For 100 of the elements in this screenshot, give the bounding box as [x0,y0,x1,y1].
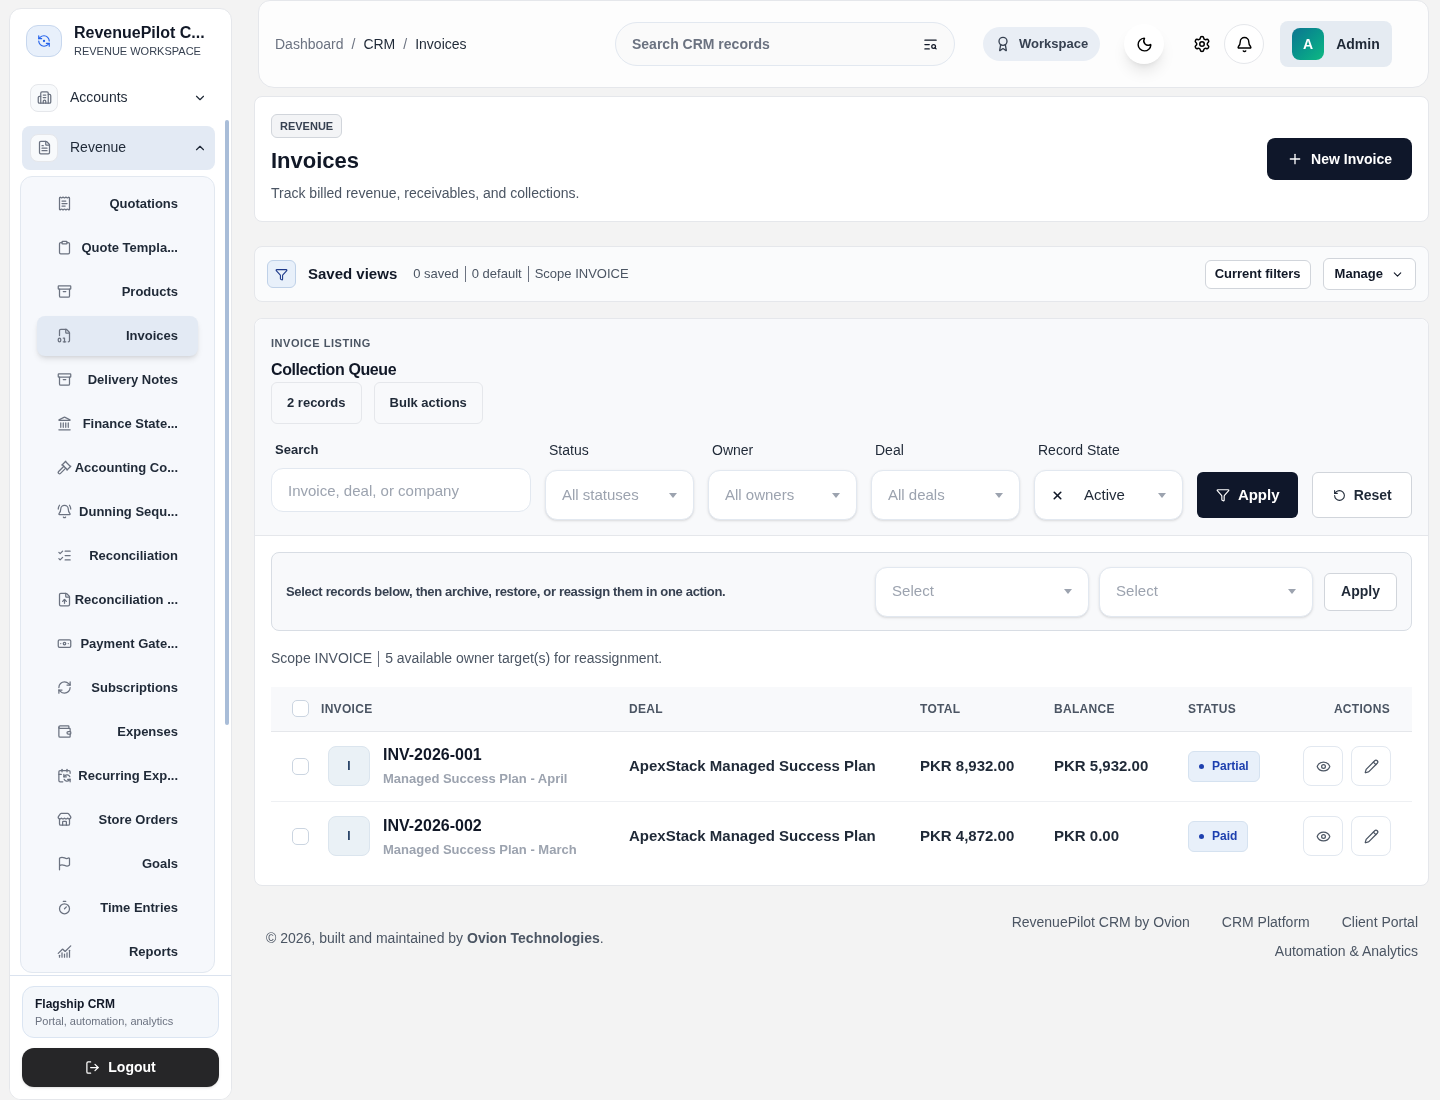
menu-icon [57,548,72,563]
apply-filters-button[interactable]: Apply [1197,472,1299,518]
brand-subtitle: REVENUE WORKSPACE [74,44,202,59]
user-menu-button[interactable]: A Admin [1280,21,1392,67]
invoice-avatar: I [328,816,370,857]
invoice-number: INV-2026-002 [383,815,483,836]
submenu-item[interactable]: Quotations [37,183,198,224]
breadcrumb-link[interactable]: Invoices [415,33,467,55]
notifications-button[interactable] [1224,24,1265,64]
eye-icon [1315,758,1331,774]
manage-button[interactable]: Manage [1322,258,1416,290]
reset-filters-button[interactable]: Reset [1312,472,1412,518]
footer-link[interactable]: Client Portal [1341,912,1418,933]
logo-icon [26,25,62,58]
pencil-icon [1363,828,1379,844]
submenu-item[interactable]: Reconciliation [37,535,198,576]
logout-button[interactable]: Logout [22,1048,219,1087]
search-input[interactable]: Invoice, deal, or company [271,468,531,512]
nav-item[interactable]: Accounts [22,75,215,120]
settings-icon [1193,35,1212,53]
menu-icon [57,592,72,607]
new-invoice-button[interactable]: New Invoice [1267,138,1412,180]
invoice-avatar: I [328,746,370,786]
edit-button[interactable] [1351,816,1391,857]
listing-title: Collection Queue [271,359,398,380]
view-button[interactable] [1303,746,1343,786]
submenu-item[interactable]: Finance State... [37,403,198,444]
dropdown-caret-icon [669,492,677,498]
current-filters-button[interactable]: Current filters [1204,259,1311,289]
submenu-item[interactable]: Dunning Sequ... [37,491,198,532]
badge-icon [995,36,1011,52]
saved-views-meta: 0 default [471,265,522,284]
breadcrumb-link[interactable]: Dashboard [275,33,344,55]
submenu-item[interactable]: Products [37,271,198,312]
menu-icon [57,416,72,431]
edit-button[interactable] [1351,746,1391,786]
clear-icon[interactable] [1051,488,1064,502]
field-label: Owner [711,441,755,460]
bell-icon [1235,35,1253,53]
submenu-item[interactable]: Time Entries [37,887,198,928]
menu-icon [57,812,72,827]
total-cell: PKR 4,872.00 [920,801,1054,871]
deal-cell: ApexStack Managed Success Plan [629,731,920,801]
submenu-item[interactable]: Reconciliation ... [37,579,198,620]
submenu-item[interactable]: Accounting Co... [37,447,198,488]
menu-icon [57,636,72,651]
invoice-number: INV-2026-001 [383,745,483,766]
copyright-text: © 2026, built and maintained by Ovion Technologies. [266,929,604,948]
scope-note: 5 available owner target(s) for reassignment. [385,649,663,668]
invoice-plan: Managed Success Plan - April [383,770,568,789]
listing-chip: 2 records [271,381,362,424]
search-field[interactable]: Search CRM records [615,22,955,66]
submenu-item[interactable]: Recurring Exp... [37,755,198,796]
pencil-icon [1363,758,1379,774]
filter-icon [267,260,296,288]
submenu-item[interactable]: Reports [37,931,198,972]
column-header: DEAL [629,687,920,731]
avatar: A [1292,28,1325,60]
bulk-actions-hint: Select records below, then archive, restore, or reassign them in one action. [286,582,727,601]
invoice-plan: Managed Success Plan - March [383,840,577,859]
moon-icon [1135,35,1153,53]
submenu-item[interactable]: Delivery Notes [37,359,198,400]
balance-cell: PKR 0.00 [1054,801,1188,871]
breadcrumb-link[interactable]: CRM [363,33,396,55]
field-label: Search [274,440,320,459]
listing-chip: Bulk actions [373,381,483,424]
menu-icon [57,900,72,915]
theme-toggle-button[interactable] [1124,24,1165,64]
workspace-button[interactable]: Workspace [983,27,1101,61]
submenu-item[interactable]: Subscriptions [37,667,198,708]
column-header: TOTAL [920,687,1054,731]
menu-icon [57,944,72,959]
submenu-item[interactable]: Quote Templa... [37,227,198,268]
menu-icon [57,284,72,299]
plan-title: Flagship CRM [35,995,116,1013]
balance-cell: PKR 5,932.00 [1054,731,1188,801]
saved-views-meta: 0 saved [413,265,459,284]
checkbox[interactable] [292,757,309,775]
footer-link[interactable]: CRM Platform [1221,912,1310,933]
checkbox[interactable] [292,700,309,718]
submenu-item[interactable]: Expenses [37,711,198,752]
checkbox[interactable] [292,827,309,845]
bulk-apply-button[interactable]: Apply [1324,572,1397,611]
view-button[interactable] [1303,816,1343,857]
select-field[interactable]: Active [1034,470,1183,520]
saved-views-meta: Scope INVOICE [534,265,629,284]
menu-icon [57,240,72,255]
column-header: STATUS [1188,687,1277,731]
menu-icon [57,460,72,475]
footer-link[interactable]: RevenuePilot CRM by Ovion [1011,912,1190,933]
menu-icon [57,328,72,343]
nav-item[interactable]: Revenue [22,125,215,170]
footer-link[interactable]: Automation & Analytics [1274,941,1418,962]
dropdown-caret-icon [832,492,840,498]
submenu-item[interactable]: Goals [37,843,198,884]
submenu-item[interactable]: Store Orders [37,799,198,840]
menu-icon [57,768,72,783]
field-label: Status [548,441,590,460]
submenu-item[interactable]: Invoices [37,315,198,356]
submenu-item[interactable]: Payment Gate... [37,623,198,664]
